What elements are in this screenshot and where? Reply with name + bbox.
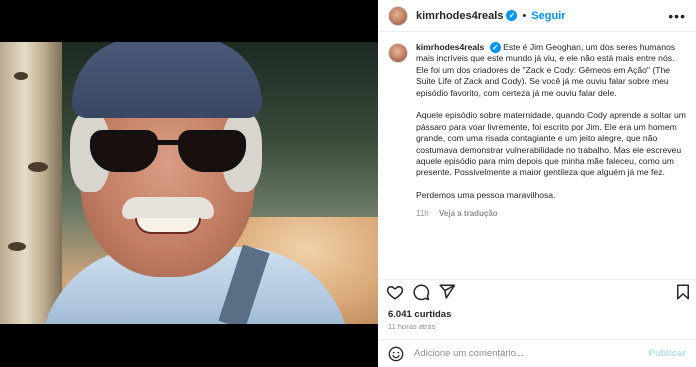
post-panel: kimrhodes4reals ✓ • Seguir ••• kimrhodes…	[378, 0, 696, 367]
heart-icon[interactable]	[386, 283, 404, 301]
photo-smile	[135, 218, 201, 234]
send-icon[interactable]	[438, 283, 456, 301]
verified-badge-icon: ✓	[489, 42, 501, 54]
post-header: kimrhodes4reals ✓ • Seguir •••	[378, 0, 696, 32]
post-time[interactable]: 11 horas atrás	[388, 322, 435, 331]
tree-bark-mark	[8, 242, 26, 251]
comment-icon[interactable]	[412, 283, 430, 301]
comment-input[interactable]	[414, 348, 634, 359]
photo-tree-trunk	[0, 42, 62, 324]
caption-paragraph: Aquele episódio sobre maternidade, quand…	[416, 110, 686, 178]
follow-button[interactable]: Seguir	[531, 10, 565, 22]
caption-text: kimrhodes4reals ✓ Este é Jim Geoghan, um…	[416, 42, 686, 213]
avatar[interactable]	[388, 43, 408, 63]
likes-count[interactable]: 6.041 curtidas	[388, 309, 451, 320]
emoji-icon[interactable]	[388, 346, 404, 362]
bookmark-icon[interactable]	[674, 283, 692, 301]
username-link[interactable]: kimrhodes4reals	[416, 10, 503, 22]
publish-button[interactable]: Publicar	[649, 348, 687, 359]
photo-cap	[72, 42, 262, 118]
caption-section: kimrhodes4reals ✓ Este é Jim Geoghan, um…	[388, 42, 686, 218]
post-photo[interactable]	[0, 42, 378, 324]
caption-paragraph: Perdemos uma pessoa maravilhosa.	[416, 190, 556, 201]
tree-bark-mark	[28, 162, 48, 172]
separator-dot: •	[522, 9, 527, 22]
photo-sunglasses	[90, 130, 250, 172]
photo-mustache	[122, 197, 214, 219]
tree-bark-mark	[14, 72, 28, 80]
avatar[interactable]	[388, 5, 408, 26]
see-translation-link[interactable]: Veja a tradução	[439, 209, 498, 218]
more-options-icon[interactable]: •••	[668, 8, 686, 24]
caption-time: 11h	[416, 209, 429, 219]
caption-username[interactable]: kimrhodes4reals	[416, 42, 484, 52]
verified-badge-icon: ✓	[506, 10, 518, 21]
post-media	[0, 0, 378, 367]
action-bar	[378, 279, 696, 301]
comment-bar: Publicar	[378, 339, 696, 367]
